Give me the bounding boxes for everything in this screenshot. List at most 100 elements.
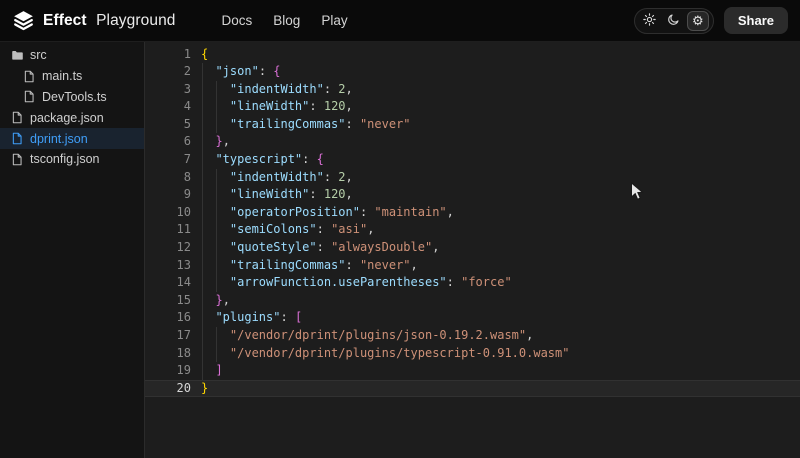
code-token: "force"	[461, 275, 512, 289]
code-token: :	[259, 64, 273, 78]
theme-light-button[interactable]	[639, 11, 661, 31]
theme-toggle: ⚙	[634, 8, 714, 34]
tree-item-label: dprint.json	[30, 132, 88, 146]
line-content: "quoteStyle": "alwaysDouble",	[201, 239, 439, 257]
theme-system-button[interactable]: ⚙	[687, 11, 709, 31]
code-line-7[interactable]: 7 "typescript": {	[145, 151, 800, 169]
code-token: :	[309, 99, 323, 113]
code-token: }	[215, 134, 222, 148]
tree-item-label: package.json	[30, 111, 104, 125]
code-token: "/vendor/dprint/plugins/json-0.19.2.wasm…	[230, 328, 526, 342]
code-line-13[interactable]: 13 "trailingCommas": "never",	[145, 257, 800, 275]
code-line-20[interactable]: 20}	[145, 380, 800, 398]
gear-icon: ⚙	[692, 14, 704, 27]
line-number: 10	[145, 204, 191, 222]
share-button[interactable]: Share	[724, 7, 788, 34]
sidebar-item-src[interactable]: src	[0, 45, 144, 66]
code-line-5[interactable]: 5 "trailingCommas": "never"	[145, 116, 800, 134]
nav-link-blog[interactable]: Blog	[273, 13, 300, 28]
line-content: "trailingCommas": "never"	[201, 116, 411, 134]
code-line-15[interactable]: 15 },	[145, 292, 800, 310]
nav-link-docs[interactable]: Docs	[222, 13, 253, 28]
code-token: ,	[411, 258, 418, 272]
code-token: "trailingCommas"	[230, 258, 346, 272]
line-content: "lineWidth": 120,	[201, 186, 353, 204]
code-token: ,	[223, 293, 230, 307]
code-token: "maintain"	[374, 205, 446, 219]
code-token: "typescript"	[215, 152, 302, 166]
tree-item-label: src	[30, 48, 47, 62]
app-title: Effect Playground	[43, 12, 176, 30]
code-line-11[interactable]: 11 "semiColons": "asi",	[145, 221, 800, 239]
app-header: Effect Playground Docs Blog Play ⚙ Share	[0, 0, 800, 42]
theme-dark-button[interactable]	[663, 11, 685, 31]
line-number: 4	[145, 98, 191, 116]
line-content: }	[201, 380, 208, 398]
line-number: 1	[145, 46, 191, 64]
sidebar-item-package-json[interactable]: package.json	[0, 107, 144, 128]
code-token	[201, 363, 215, 377]
code-line-3[interactable]: 3 "indentWidth": 2,	[145, 81, 800, 99]
file-explorer: src main.ts DevTools.ts package.json dprint.…	[0, 42, 145, 458]
nav-link-play[interactable]: Play	[321, 13, 347, 28]
code-token: :	[309, 187, 323, 201]
line-number: 9	[145, 186, 191, 204]
sidebar-item-DevTools-ts[interactable]: DevTools.ts	[0, 87, 144, 108]
brand-name: Effect	[43, 12, 87, 29]
code-line-18[interactable]: 18 "/vendor/dprint/plugins/typescript-0.…	[145, 345, 800, 363]
code-line-12[interactable]: 12 "quoteStyle": "alwaysDouble",	[145, 239, 800, 257]
code-token: "semiColons"	[230, 222, 317, 236]
code-line-2[interactable]: 2 "json": {	[145, 63, 800, 81]
tree-item-label: main.ts	[42, 69, 82, 83]
line-number: 20	[145, 380, 191, 398]
code-line-4[interactable]: 4 "lineWidth": 120,	[145, 98, 800, 116]
code-token: "json"	[215, 64, 258, 78]
code-line-6[interactable]: 6 },	[145, 133, 800, 151]
code-line-16[interactable]: 16 "plugins": [	[145, 309, 800, 327]
line-content: "json": {	[201, 63, 281, 81]
line-number: 7	[145, 151, 191, 169]
code-line-14[interactable]: 14 "arrowFunction.useParentheses": "forc…	[145, 274, 800, 292]
code-token: "never"	[360, 117, 411, 131]
code-token: {	[317, 152, 324, 166]
line-content: "plugins": [	[201, 309, 302, 327]
line-number: 16	[145, 309, 191, 327]
file-icon	[23, 70, 36, 83]
main-layout: src main.ts DevTools.ts package.json dprint.…	[0, 42, 800, 458]
code-line-9[interactable]: 9 "lineWidth": 120,	[145, 186, 800, 204]
code-line-1[interactable]: 1{	[145, 46, 800, 64]
effect-logo[interactable]: Effect Playground	[12, 9, 176, 32]
code-editor[interactable]: 1{2 "json": {3 "indentWidth": 2,4 "lineW…	[145, 42, 800, 458]
code-token: ,	[346, 82, 353, 96]
line-content: ]	[201, 362, 223, 380]
code-token: :	[346, 258, 360, 272]
code-line-10[interactable]: 10 "operatorPosition": "maintain",	[145, 204, 800, 222]
line-content: "operatorPosition": "maintain",	[201, 204, 454, 222]
sidebar-item-dprint-json[interactable]: dprint.json	[0, 128, 144, 149]
sidebar-item-tsconfig-json[interactable]: tsconfig.json	[0, 149, 144, 170]
code-token: }	[215, 293, 222, 307]
code-token: "indentWidth"	[230, 170, 324, 184]
code-token: ,	[526, 328, 533, 342]
code-line-8[interactable]: 8 "indentWidth": 2,	[145, 169, 800, 187]
code-line-19[interactable]: 19 ]	[145, 362, 800, 380]
line-number: 17	[145, 327, 191, 345]
file-icon	[11, 111, 24, 124]
line-content: "trailingCommas": "never",	[201, 257, 418, 275]
line-number: 11	[145, 221, 191, 239]
moon-icon	[667, 13, 680, 28]
code-token: :	[317, 240, 331, 254]
effect-stack-icon	[12, 9, 35, 32]
code-token: :	[280, 310, 294, 324]
code-token: :	[447, 275, 461, 289]
code-line-17[interactable]: 17 "/vendor/dprint/plugins/json-0.19.2.w…	[145, 327, 800, 345]
code-token: "arrowFunction.useParentheses"	[230, 275, 447, 289]
sidebar-item-main-ts[interactable]: main.ts	[0, 66, 144, 87]
code-token	[201, 64, 215, 78]
code-token: "trailingCommas"	[230, 117, 346, 131]
code-token: :	[346, 117, 360, 131]
line-content: "arrowFunction.useParentheses": "force"	[201, 274, 512, 292]
code-token: :	[324, 170, 338, 184]
file-icon	[11, 132, 24, 145]
code-token: 120	[324, 187, 346, 201]
